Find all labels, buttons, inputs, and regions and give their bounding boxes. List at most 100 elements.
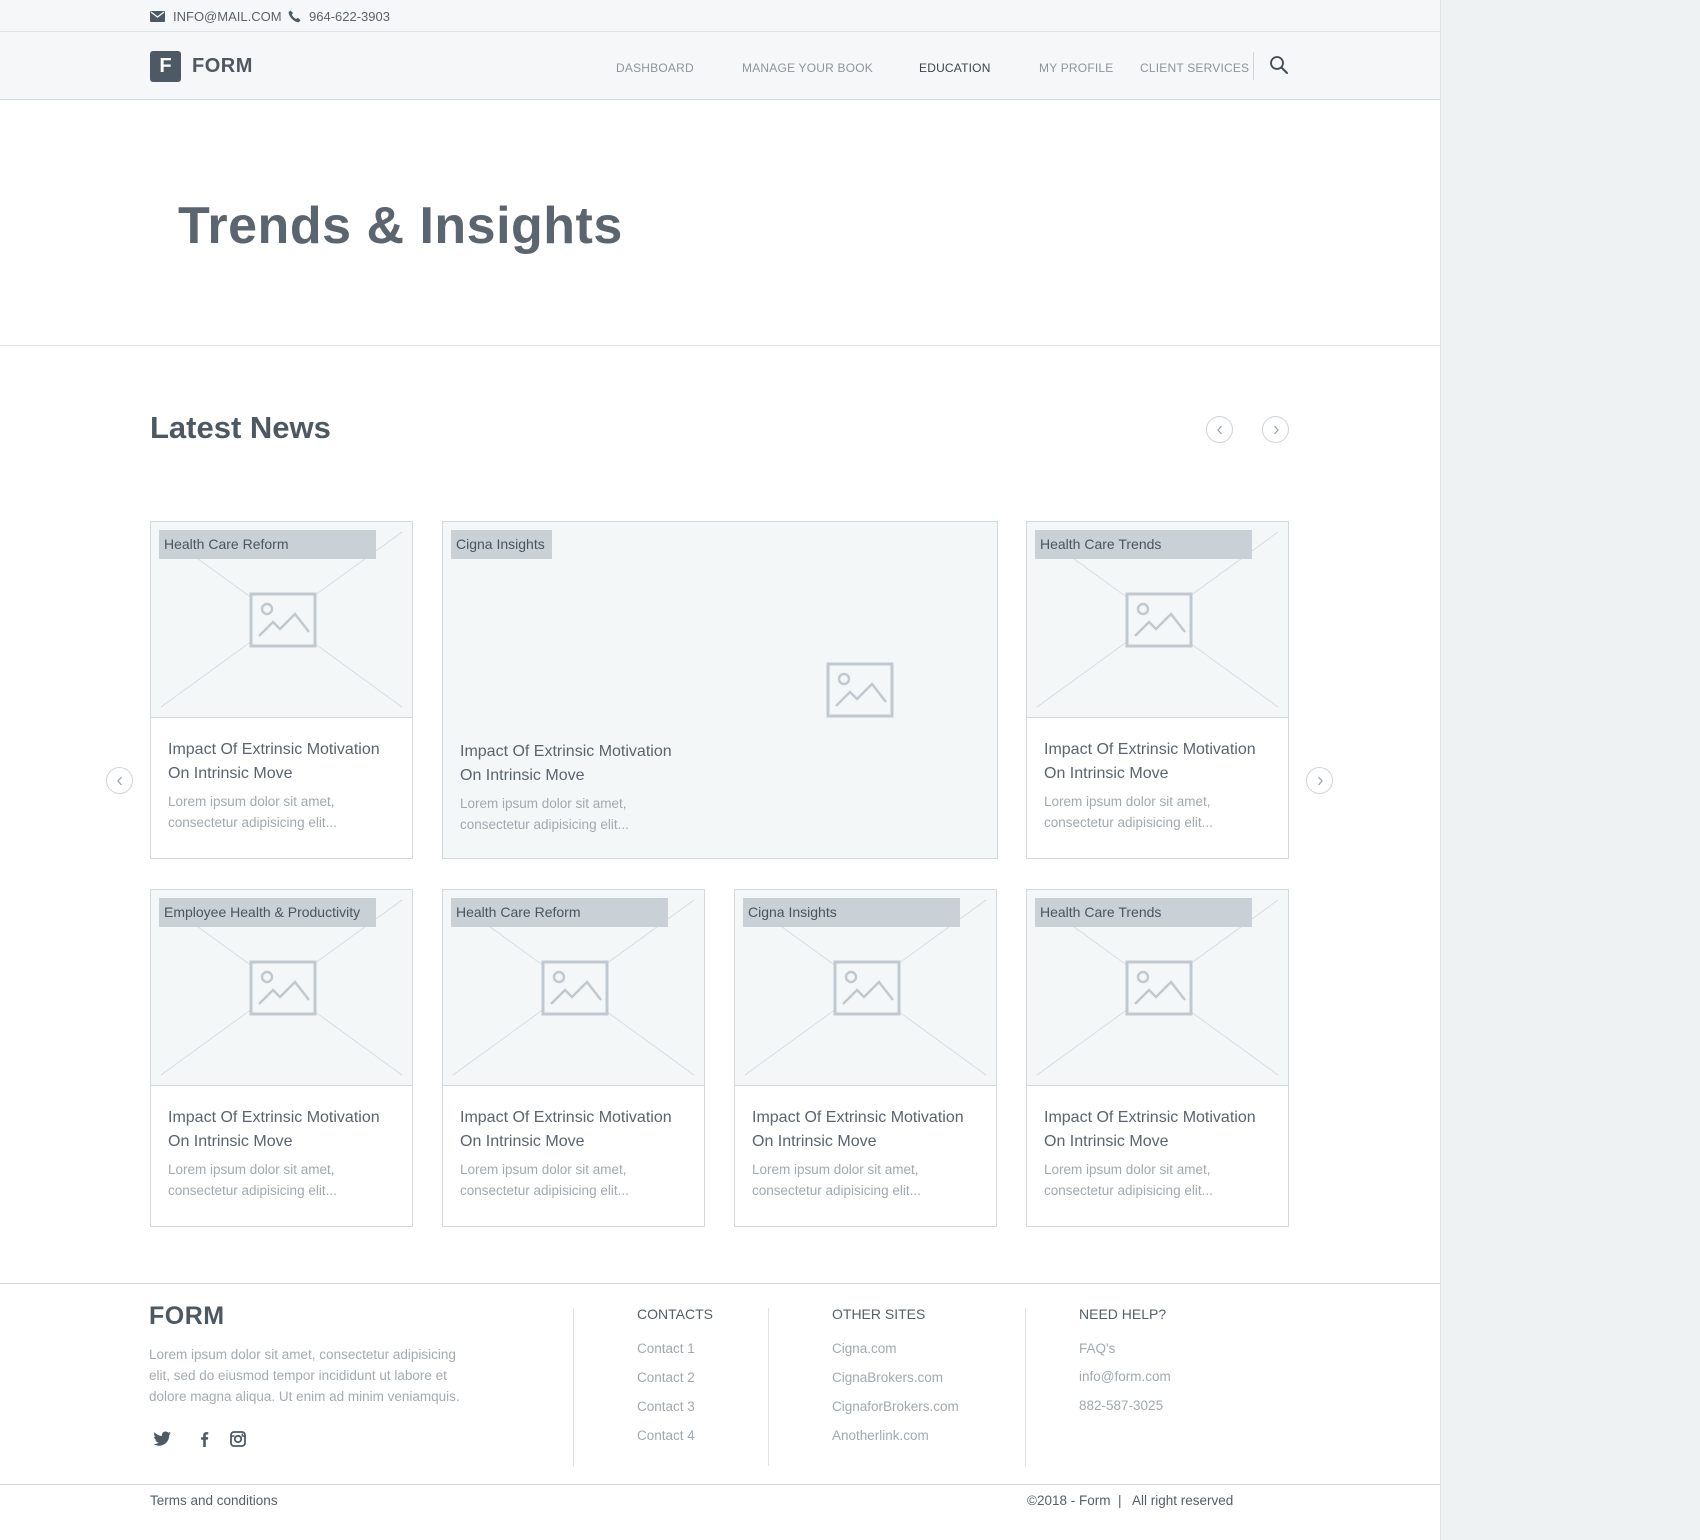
hero-divider bbox=[0, 345, 1440, 346]
card-title-line: Impact Of Extrinsic Motivation bbox=[752, 1109, 964, 1126]
carousel-prev-button[interactable] bbox=[106, 767, 133, 794]
image-placeholder-icon bbox=[1125, 592, 1193, 648]
search-icon bbox=[1270, 56, 1288, 74]
card-title-line: On Intrinsic Move bbox=[168, 765, 293, 782]
image-placeholder-icon bbox=[826, 662, 894, 718]
news-card[interactable]: Health Care Trends Impact Of Extrinsic M… bbox=[1026, 521, 1289, 859]
chevron-left-icon bbox=[116, 776, 122, 785]
card-tag[interactable]: Employee Health & Productivity bbox=[159, 898, 376, 927]
card-desc-line: Lorem ipsum dolor sit amet, bbox=[168, 794, 335, 809]
footer-site-link[interactable]: CignaBrokers.com bbox=[832, 1370, 943, 1385]
card-title[interactable]: Impact Of Extrinsic Motivation On Intrin… bbox=[1044, 1106, 1256, 1154]
card-description: Lorem ipsum dolor sit amet, consectetur … bbox=[752, 1159, 921, 1201]
news-card[interactable]: Health Care Reform Impact Of Extrinsic M… bbox=[150, 521, 413, 859]
card-title-line: Impact Of Extrinsic Motivation bbox=[460, 743, 672, 760]
brand-logo[interactable]: F FORM bbox=[150, 51, 253, 82]
footer-divider bbox=[573, 1308, 574, 1466]
footer-contact-link[interactable]: Contact 3 bbox=[637, 1399, 695, 1414]
nav-client-services[interactable]: CLIENT SERVICES bbox=[1140, 61, 1249, 75]
footer-about-line: elit, sed do eiusmod tempor incididunt u… bbox=[149, 1368, 447, 1383]
logo-mark: F bbox=[150, 51, 181, 82]
card-desc-line: consectetur adipisicing elit... bbox=[1044, 1183, 1213, 1198]
carousel-next-button[interactable] bbox=[1306, 767, 1333, 794]
news-card[interactable]: Cigna Insights Impact Of Extrinsic Motiv… bbox=[734, 889, 997, 1227]
card-title-line: On Intrinsic Move bbox=[460, 1133, 585, 1150]
card-title-line: Impact Of Extrinsic Motivation bbox=[460, 1109, 672, 1126]
card-description: Lorem ipsum dolor sit amet, consectetur … bbox=[168, 791, 337, 833]
card-tag[interactable]: Health Care Reform bbox=[159, 530, 376, 559]
card-title-line: Impact Of Extrinsic Motivation bbox=[1044, 1109, 1256, 1126]
image-placeholder-icon bbox=[1125, 960, 1193, 1016]
news-card[interactable]: Health Care Reform Impact Of Extrinsic M… bbox=[442, 889, 705, 1227]
card-tag[interactable]: Cigna Insights bbox=[743, 898, 960, 927]
card-title[interactable]: Impact Of Extrinsic Motivation On Intrin… bbox=[1044, 738, 1256, 786]
card-title-line: Impact Of Extrinsic Motivation bbox=[1044, 741, 1256, 758]
card-image: Health Care Trends bbox=[1027, 522, 1288, 718]
contact-email[interactable]: INFO@MAIL.COM bbox=[150, 9, 282, 24]
search-button[interactable] bbox=[1268, 54, 1290, 76]
nav-manage-your-book[interactable]: MANAGE YOUR BOOK bbox=[742, 61, 873, 75]
footer-faq-link[interactable]: FAQ's bbox=[1079, 1341, 1115, 1356]
instagram-link[interactable] bbox=[229, 1430, 249, 1450]
card-title-line: On Intrinsic Move bbox=[1044, 765, 1169, 782]
latest-news-title: Latest News bbox=[150, 410, 331, 445]
card-title[interactable]: Impact Of Extrinsic Motivation On Intrin… bbox=[460, 1106, 672, 1154]
nav-divider bbox=[1253, 52, 1254, 80]
card-title-line: On Intrinsic Move bbox=[1044, 1133, 1169, 1150]
contact-bar: INFO@MAIL.COM 964-622-3903 bbox=[0, 0, 1440, 32]
card-title-line: On Intrinsic Move bbox=[460, 767, 585, 784]
page-title: Trends & Insights bbox=[178, 197, 623, 255]
footer-about-line: dolore magna aliqua. Ut enim ad minim ve… bbox=[149, 1389, 460, 1404]
news-prev-button[interactable] bbox=[1206, 416, 1233, 443]
footer-contact-link[interactable]: Contact 4 bbox=[637, 1428, 695, 1443]
footer-contact-link[interactable]: Contact 1 bbox=[637, 1341, 695, 1356]
news-card[interactable]: Employee Health & Productivity Impact Of… bbox=[150, 889, 413, 1227]
facebook-icon bbox=[201, 1432, 209, 1447]
chevron-right-icon bbox=[1317, 776, 1323, 785]
page: INFO@MAIL.COM 964-622-3903 F FORM DASHBO… bbox=[0, 0, 1440, 1540]
card-tag[interactable]: Health Care Reform bbox=[451, 898, 668, 927]
footer-email-link[interactable]: info@form.com bbox=[1079, 1369, 1171, 1384]
footer-site-link[interactable]: Cigna.com bbox=[832, 1341, 897, 1356]
card-tag[interactable]: Health Care Trends bbox=[1035, 898, 1252, 927]
card-image: Health Care Reform bbox=[151, 522, 412, 718]
card-description: Lorem ipsum dolor sit amet, consectetur … bbox=[460, 1159, 629, 1201]
footer-logo[interactable]: FORM bbox=[149, 1302, 225, 1331]
card-desc-line: Lorem ipsum dolor sit amet, bbox=[1044, 1162, 1211, 1177]
card-title[interactable]: Impact Of Extrinsic Motivation On Intrin… bbox=[460, 740, 672, 788]
footer-phone-link[interactable]: 882-587-3025 bbox=[1079, 1398, 1163, 1413]
image-placeholder-icon bbox=[833, 960, 901, 1016]
card-tag[interactable]: Cigna Insights bbox=[451, 530, 552, 559]
footer-about-line: Lorem ipsum dolor sit amet, consectetur … bbox=[149, 1347, 456, 1362]
card-tag[interactable]: Health Care Trends bbox=[1035, 530, 1252, 559]
card-desc-line: consectetur adipisicing elit... bbox=[168, 1183, 337, 1198]
nav-dashboard[interactable]: DASHBOARD bbox=[616, 61, 694, 75]
card-title[interactable]: Impact Of Extrinsic Motivation On Intrin… bbox=[752, 1106, 964, 1154]
terms-link[interactable]: Terms and conditions bbox=[150, 1493, 278, 1508]
chevron-right-icon bbox=[1273, 425, 1279, 434]
footer-contact-link[interactable]: Contact 2 bbox=[637, 1370, 695, 1385]
instagram-icon bbox=[230, 1431, 246, 1447]
nav-my-profile[interactable]: MY PROFILE bbox=[1039, 61, 1113, 75]
footer-site-link[interactable]: Anotherlink.com bbox=[832, 1428, 929, 1443]
footer-bottom-divider bbox=[0, 1484, 1440, 1485]
contact-phone[interactable]: 964-622-3903 bbox=[288, 9, 390, 24]
news-card-featured[interactable]: Cigna Insights Impact Of Extrinsic Motiv… bbox=[442, 521, 998, 859]
footer-divider bbox=[768, 1308, 769, 1466]
chevron-left-icon bbox=[1216, 425, 1222, 434]
contact-email-text: INFO@MAIL.COM bbox=[173, 9, 282, 24]
news-card[interactable]: Health Care Trends Impact Of Extrinsic M… bbox=[1026, 889, 1289, 1227]
footer-site-link[interactable]: CignaforBrokers.com bbox=[832, 1399, 959, 1414]
card-desc-line: consectetur adipisicing elit... bbox=[168, 815, 337, 830]
card-description: Lorem ipsum dolor sit amet, consectetur … bbox=[168, 1159, 337, 1201]
footer-divider bbox=[1025, 1308, 1026, 1466]
twitter-link[interactable] bbox=[152, 1430, 172, 1450]
card-title-line: On Intrinsic Move bbox=[752, 1133, 877, 1150]
nav-education[interactable]: EDUCATION bbox=[919, 61, 991, 75]
card-title-line: Impact Of Extrinsic Motivation bbox=[168, 741, 380, 758]
card-title[interactable]: Impact Of Extrinsic Motivation On Intrin… bbox=[168, 1106, 380, 1154]
image-placeholder-icon bbox=[541, 960, 609, 1016]
facebook-link[interactable] bbox=[195, 1430, 215, 1450]
card-title[interactable]: Impact Of Extrinsic Motivation On Intrin… bbox=[168, 738, 380, 786]
news-next-button[interactable] bbox=[1262, 416, 1289, 443]
